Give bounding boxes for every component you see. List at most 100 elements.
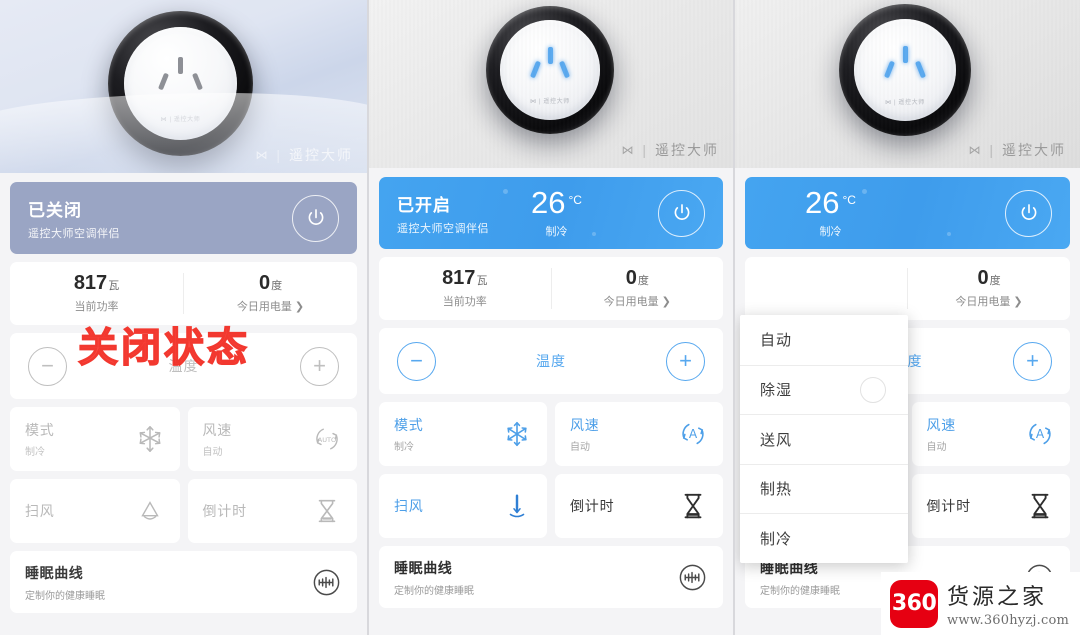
dropdown-item-dehumidify[interactable]: 除湿 <box>740 364 908 415</box>
dropdown-item-heat[interactable]: 制热 <box>740 463 908 514</box>
status-subtitle: 遥控大师空调伴侣 <box>397 222 489 235</box>
stat-unit: 瓦 <box>108 280 120 292</box>
temp-increase-button[interactable]: + <box>666 341 705 381</box>
power-toggle-button[interactable] <box>292 194 339 242</box>
sleep-subtitle: 定制你的健康睡眠 <box>760 585 840 597</box>
temp-unit: °C <box>568 193 582 207</box>
product-photo-on: ⋈ | 遥控大师 ⋈ | 遥控大师 <box>369 0 733 168</box>
stat-label-wrap: 今日用电量 ❯ <box>604 293 671 309</box>
stat-label-wrap: 当前功率 <box>75 298 119 314</box>
tile-fan-speed[interactable]: 风速 自动 AUTO <box>187 407 357 471</box>
sleep-text: 睡眠曲线 定制你的健康睡眠 <box>25 563 105 602</box>
brand-name: 遥控大师 <box>1002 142 1066 158</box>
stat-value: 0 <box>625 267 637 289</box>
power-stats-card-adjust[interactable]: 0度 今日用电量 ❯ <box>745 257 1070 320</box>
annotation-off: 关闭状态 <box>77 324 250 371</box>
tile-text: 风速 自动 <box>203 420 233 458</box>
temp-mode-label: 制冷 <box>545 226 568 238</box>
hourglass-icon <box>312 496 342 526</box>
tile-title: 扫风 <box>394 498 424 514</box>
tile-swing[interactable]: 扫风 <box>379 474 547 538</box>
dropdown-item-label: 除湿 <box>760 382 793 400</box>
temp-value: 26 <box>531 185 566 220</box>
temp-decrease-button[interactable]: − <box>28 346 67 386</box>
socket-ring <box>839 4 971 136</box>
dropdown-item-label: 自动 <box>760 332 793 350</box>
chevron-right-icon: ❯ <box>294 300 305 313</box>
stat-value-wrap <box>826 276 827 296</box>
control-grid-on: 模式 制冷 风速 自动 A 扫风 倒计时 <box>379 402 723 538</box>
tile-title: 倒计时 <box>202 503 247 519</box>
status-banner-off[interactable]: 已关闭 遥控大师空调伴侣 <box>10 182 357 254</box>
stat-today-energy[interactable]: 0度 今日用电量 ❯ <box>550 267 724 309</box>
stat-label: 当前功率 <box>442 296 487 308</box>
watermark-url: www.360hyzj.com <box>947 613 1069 628</box>
svg-text:A: A <box>1036 427 1045 441</box>
tile-title: 扫风 <box>25 503 55 519</box>
socket-ring <box>486 6 614 134</box>
stat-value: 817 <box>442 267 476 289</box>
watermark-logo: 360 <box>890 579 939 628</box>
tile-subtitle: 自动 <box>202 447 223 458</box>
power-toggle-button[interactable] <box>658 189 705 237</box>
tile-mode[interactable]: 模式 制冷 <box>10 407 180 471</box>
tile-fan-speed[interactable]: 风速 自动 A <box>555 402 723 466</box>
dropdown-item-cool[interactable]: 制冷 <box>740 513 908 563</box>
sleep-curve-icon <box>677 562 708 593</box>
tile-countdown[interactable]: 倒计时 <box>911 474 1070 538</box>
snowflake-icon <box>135 424 165 454</box>
temp-increase-button[interactable]: + <box>300 346 339 386</box>
temperature-stepper-on: − 温度 + <box>379 328 723 394</box>
panel-body-off: 已关闭 遥控大师空调伴侣 817瓦 当前功率 0度 今日用电量 ❯ − 温度 +… <box>0 173 367 613</box>
socket-face: ⋈ | 遥控大师 <box>123 26 238 141</box>
power-stats-card-on[interactable]: 817瓦 当前功率 0度 今日用电量 ❯ <box>379 257 723 320</box>
socket-prong-right <box>191 72 203 91</box>
stat-today-energy[interactable]: 0度 今日用电量 ❯ <box>183 273 357 314</box>
stat-unit: 度 <box>637 275 649 287</box>
panel-on-state: ⋈ | 遥控大师 ⋈ | 遥控大师 已开启 遥控大师空调伴侣 26 °C 制冷 … <box>367 0 733 635</box>
socket-prong-left <box>530 60 542 79</box>
chevron-right-icon: ❯ <box>661 295 671 308</box>
stat-current-power[interactable] <box>745 276 907 301</box>
brand-name: 遥控大师 <box>655 142 719 158</box>
dropdown-item-fan[interactable]: 送风 <box>740 414 908 464</box>
watermark-site-name: 货源之家 <box>947 585 1048 610</box>
sleep-curve-card[interactable]: 睡眠曲线 定制你的健康睡眠 <box>379 546 723 608</box>
socket-prong-left <box>158 72 170 91</box>
brand-mark-icon: ⋈ <box>621 143 636 157</box>
tile-countdown[interactable]: 倒计时 <box>555 474 723 538</box>
smart-socket-image: ⋈ | 遥控大师 <box>108 11 253 156</box>
hourglass-icon <box>678 491 708 521</box>
dropdown-item-auto[interactable]: 自动 <box>740 315 908 365</box>
socket-brand-text: ⋈ | 遥控大师 <box>160 117 201 124</box>
sleep-curve-card[interactable]: 睡眠曲线 定制你的健康睡眠 <box>10 551 357 613</box>
temp-increase-button[interactable]: + <box>1013 341 1052 381</box>
brand-divider: | <box>642 142 648 158</box>
tile-title: 倒计时 <box>926 498 971 514</box>
tile-swing[interactable]: 扫风 <box>10 479 180 543</box>
stat-value: 817 <box>73 272 108 294</box>
tile-text: 风速 自动 <box>927 415 957 453</box>
temp-decrease-button[interactable]: − <box>397 341 436 381</box>
mode-dropdown-menu[interactable]: 自动 除湿 送风 制热 制冷 <box>740 315 908 563</box>
socket-brand-text: ⋈ | 遥控大师 <box>530 98 570 105</box>
fan-auto-icon: AUTO <box>312 424 342 454</box>
tile-fan-speed[interactable]: 风速 自动 A <box>911 402 1070 466</box>
screenshot-stage: ⋈ | 遥控大师 ⋈ | 遥控大师 已关闭 遥控大师空调伴侣 817瓦 当前功率… <box>0 0 1080 635</box>
status-banner-on[interactable]: 已开启 遥控大师空调伴侣 26 °C 制冷 <box>379 177 723 249</box>
tile-mode[interactable]: 模式 制冷 <box>379 402 547 466</box>
tile-countdown[interactable]: 倒计时 <box>187 479 357 543</box>
stat-label-wrap: 今日用电量 ❯ <box>955 293 1022 309</box>
stat-current-power[interactable]: 817瓦 当前功率 <box>10 273 183 314</box>
stat-today-energy[interactable]: 0度 今日用电量 ❯ <box>907 268 1070 309</box>
socket-prong-top <box>902 46 908 64</box>
status-banner-adjust[interactable]: 26 °C 制冷 <box>745 177 1070 249</box>
status-title: 已关闭 <box>28 200 82 220</box>
power-icon <box>308 209 323 225</box>
socket-prong-top <box>547 47 553 65</box>
status-temperature-display: 26 °C 制冷 <box>531 187 582 239</box>
tile-title: 风速 <box>570 417 600 433</box>
power-toggle-button[interactable] <box>1005 189 1052 237</box>
tile-text: 模式 制冷 <box>394 415 424 453</box>
stat-current-power[interactable]: 817瓦 当前功率 <box>379 268 551 309</box>
